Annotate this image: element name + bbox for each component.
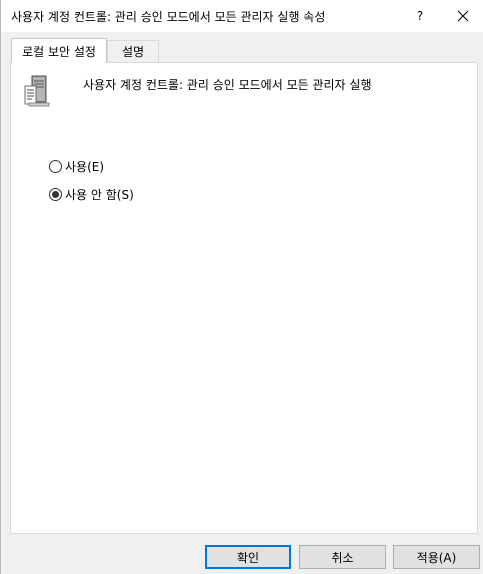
tab-explain[interactable]: 설명	[107, 40, 159, 62]
tab-label: 로컬 보안 설정	[22, 44, 96, 59]
tab-local-security-setting[interactable]: 로컬 보안 설정	[11, 38, 107, 63]
policy-name: 사용자 계정 컨트롤: 관리 승인 모드에서 모든 관리자 실행	[83, 78, 372, 92]
tab-label: 설명	[121, 45, 145, 59]
radio-button-selected[interactable]	[49, 187, 62, 201]
radio-button[interactable]	[49, 159, 62, 173]
radio-label: 사용 안 함(S)	[65, 187, 134, 202]
radio-label: 사용(E)	[65, 159, 105, 174]
radio-selected-dot	[52, 190, 59, 198]
server-icon	[24, 75, 50, 107]
apply-button[interactable]: 적용(A)	[393, 545, 480, 569]
tab-panel: 사용자 계정 컨트롤: 관리 승인 모드에서 모든 관리자 실행 사용(E) 사…	[10, 62, 478, 534]
ok-button[interactable]: 확인	[205, 545, 291, 569]
radio-disabled[interactable]: 사용 안 함(S)	[49, 185, 134, 203]
help-button[interactable]: ?	[397, 0, 443, 32]
close-button[interactable]	[442, 0, 483, 32]
cancel-button[interactable]: 취소	[299, 545, 386, 569]
window-title: 사용자 계정 컨트롤: 관리 승인 모드에서 모든 관리자 실행 속성	[11, 10, 326, 24]
radio-enabled[interactable]: 사용(E)	[49, 157, 104, 175]
title-bar[interactable]: 사용자 계정 컨트롤: 관리 승인 모드에서 모든 관리자 실행 속성 ?	[1, 0, 483, 32]
properties-dialog: 사용자 계정 컨트롤: 관리 승인 모드에서 모든 관리자 실행 속성 ? 로컬…	[0, 0, 483, 574]
close-icon	[457, 10, 468, 22]
